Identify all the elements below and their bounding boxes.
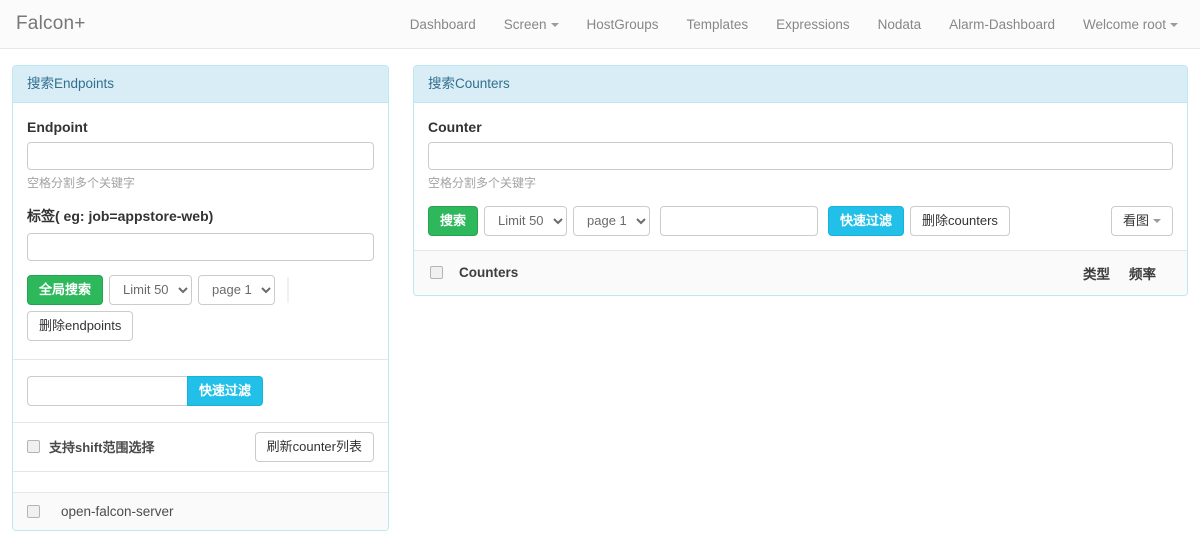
counters-action-row: 搜索 Limit 50 page 1 快速过滤 删除counters 看图 <box>428 205 1173 236</box>
nav-item-templates[interactable]: Templates <box>673 0 763 49</box>
counters-column-type: 类型 <box>1083 266 1110 282</box>
endpoint-list: open-falcon-server <box>13 470 388 530</box>
counter-input[interactable] <box>428 142 1173 171</box>
nav-label: Templates <box>686 16 749 32</box>
nav-label: Dashboard <box>409 16 476 32</box>
nav-label: Expressions <box>776 16 850 32</box>
endpoints-quick-filter-input[interactable] <box>27 375 187 406</box>
counters-panel-heading: 搜索Counters <box>414 66 1187 104</box>
endpoint-name: open-falcon-server <box>61 503 174 519</box>
counters-panel: 搜索Counters Counter 空格分割多个关键字 搜索 Limit 50… <box>413 65 1188 296</box>
brand-logo[interactable]: Falcon+ <box>0 13 86 35</box>
endpoints-limit-select[interactable]: Limit 50 <box>109 274 193 305</box>
main-navigation: Dashboard Screen HostGroups Templates Ex… <box>396 0 1200 49</box>
shift-range-checkbox[interactable] <box>27 440 40 454</box>
nav-label: Screen <box>503 16 547 32</box>
counters-quick-filter-input[interactable] <box>660 205 819 236</box>
counter-help-text: 空格分割多个关键字 <box>428 176 537 191</box>
endpoints-panel: 搜索Endpoints Endpoint 空格分割多个关键字 标签( eg: j… <box>12 65 389 531</box>
list-item[interactable]: open-falcon-server <box>13 491 388 530</box>
chart-button-wrap: 看图 <box>1110 205 1173 236</box>
toolbar-separator <box>287 276 290 303</box>
counters-column-name: Counters <box>459 265 519 281</box>
nav-label: Alarm-Dashboard <box>949 16 1055 32</box>
nav-label: HostGroups <box>586 16 659 32</box>
endpoints-quick-filter-button[interactable]: 快速过滤 <box>187 375 264 406</box>
tag-input[interactable] <box>27 232 374 261</box>
counters-quick-filter-button[interactable]: 快速过滤 <box>828 205 905 236</box>
endpoint-input[interactable] <box>27 142 374 171</box>
shift-range-label: 支持shift范围选择 <box>49 440 155 456</box>
nav-item-alarm-dashboard[interactable]: Alarm-Dashboard <box>935 0 1069 49</box>
nav-label: Nodata <box>877 16 922 32</box>
nav-item-screen[interactable]: Screen <box>490 0 573 49</box>
nav-item-hostgroups[interactable]: HostGroups <box>573 0 673 49</box>
endpoints-panel-body: Endpoint 空格分割多个关键字 标签( eg: job=appstore-… <box>13 103 388 530</box>
endpoints-filter-row: 快速过滤 <box>27 375 374 406</box>
counters-search-button[interactable]: 搜索 <box>428 205 479 236</box>
nav-item-nodata[interactable]: Nodata <box>864 0 936 49</box>
nav-item-dashboard[interactable]: Dashboard <box>396 0 490 49</box>
endpoint-label: Endpoint <box>27 119 88 136</box>
endpoint-help-text: 空格分割多个关键字 <box>27 176 136 191</box>
view-chart-button[interactable]: 看图 <box>1110 205 1173 236</box>
endpoint-row-checkbox[interactable] <box>27 504 40 518</box>
endpoints-page-select[interactable]: page 1 <box>198 274 276 305</box>
endpoints-filter-divider: 快速过滤 <box>13 358 388 406</box>
chevron-down-icon <box>1153 219 1161 224</box>
counters-panel-body: Counter 空格分割多个关键字 搜索 Limit 50 page 1 快速过… <box>414 103 1187 295</box>
delete-endpoints-button[interactable]: 删除endpoints <box>27 310 134 341</box>
chevron-down-icon <box>550 22 559 27</box>
counters-column: 搜索Counters Counter 空格分割多个关键字 搜索 Limit 50… <box>413 65 1188 296</box>
global-search-button[interactable]: 全局搜索 <box>27 274 104 305</box>
counters-table-header: Counters 类型 频率 <box>414 249 1187 295</box>
counters-page-select[interactable]: page 1 <box>573 205 651 236</box>
tag-label: 标签( eg: job=appstore-web) <box>27 207 214 224</box>
chevron-down-icon <box>1170 22 1178 27</box>
top-navbar: Falcon+ Dashboard Screen HostGroups Temp… <box>0 0 1200 49</box>
endpoints-panel-heading: 搜索Endpoints <box>13 66 388 104</box>
counters-limit-select[interactable]: Limit 50 <box>484 205 568 236</box>
nav-label: Welcome root <box>1082 16 1166 32</box>
page-container: 搜索Endpoints Endpoint 空格分割多个关键字 标签( eg: j… <box>0 49 1200 531</box>
nav-item-expressions[interactable]: Expressions <box>762 0 864 49</box>
nav-item-user-menu[interactable]: Welcome root <box>1069 0 1192 49</box>
delete-counters-button[interactable]: 删除counters <box>910 205 1010 236</box>
view-chart-label: 看图 <box>1122 212 1149 228</box>
refresh-counter-list-button[interactable]: 刷新counter列表 <box>254 431 374 462</box>
counters-select-all-checkbox[interactable] <box>430 266 443 280</box>
counters-column-freq: 频率 <box>1129 266 1156 282</box>
endpoints-column: 搜索Endpoints Endpoint 空格分割多个关键字 标签( eg: j… <box>12 65 389 531</box>
shift-select-row: 支持shift范围选择 刷新counter列表 <box>13 421 388 471</box>
counter-label: Counter <box>428 119 482 136</box>
endpoints-action-row: 全局搜索 Limit 50 page 1 删除endpoints <box>27 274 374 341</box>
